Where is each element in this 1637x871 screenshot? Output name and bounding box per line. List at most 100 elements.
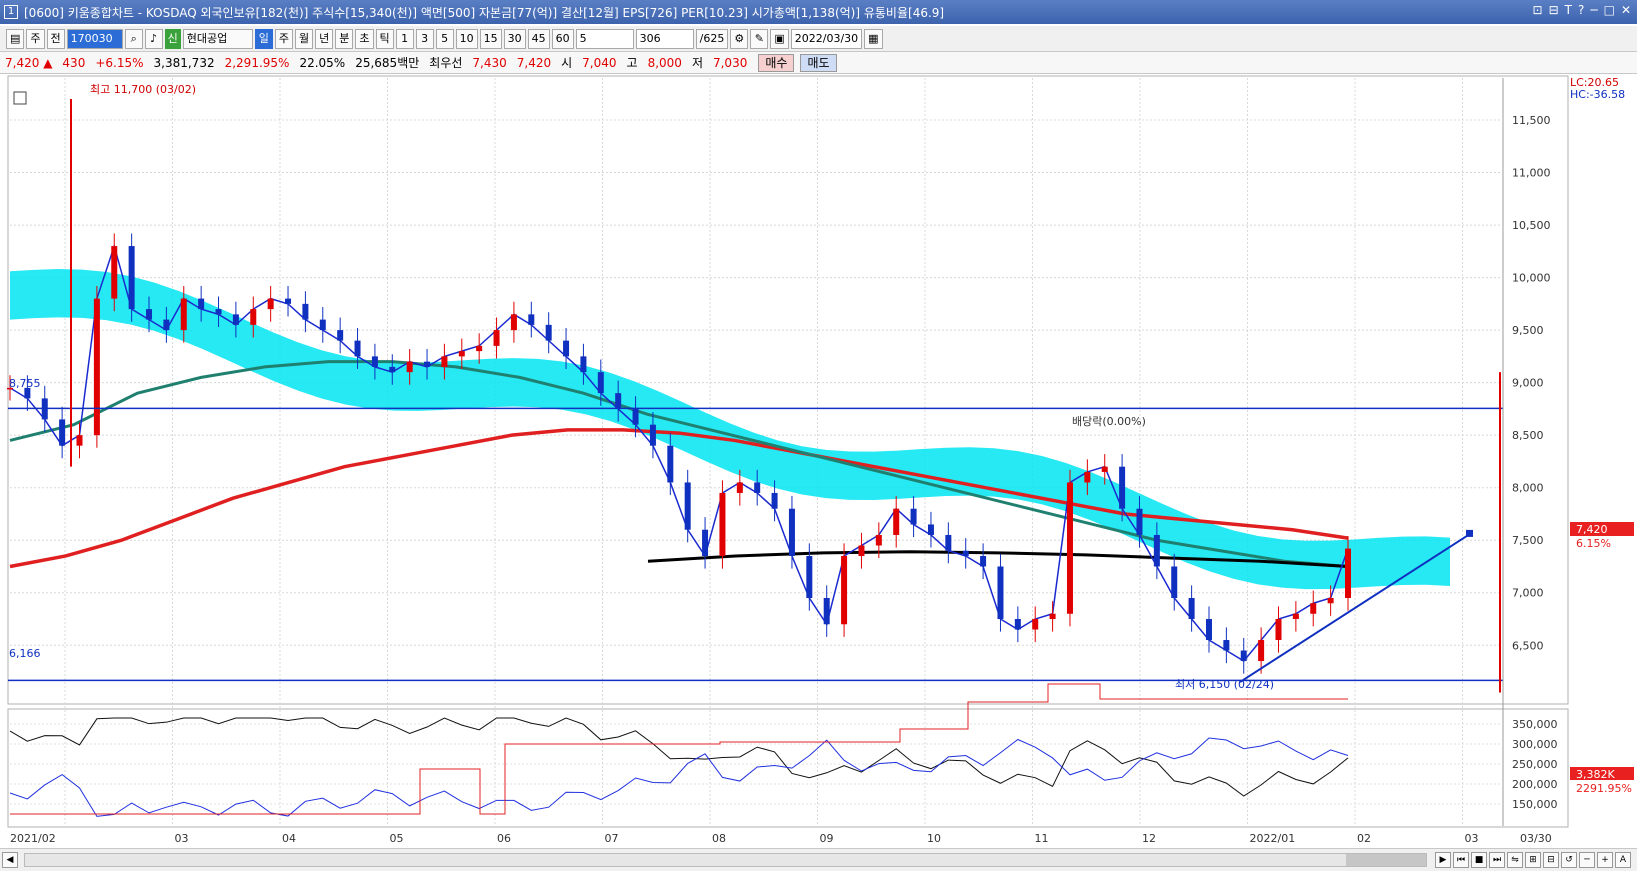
minimize-button[interactable]: ─ [1590, 3, 1597, 17]
save-icon[interactable]: ▣ [770, 28, 789, 49]
last-button[interactable]: ⏭ [1489, 852, 1505, 868]
restore-icon[interactable]: ⊡ [1533, 3, 1543, 17]
best-label: 최우선 [429, 56, 463, 70]
trade-amount: 25,685백만 [355, 56, 420, 70]
scroll-track[interactable] [24, 853, 1427, 867]
tile-icon[interactable]: ⊟ [1549, 3, 1559, 17]
candle-body [1275, 619, 1282, 641]
candle-body [910, 508, 917, 525]
candle-body [458, 351, 465, 357]
candle-body [997, 566, 1004, 620]
volume: 3,381,732 [153, 55, 215, 70]
candle-body [163, 319, 170, 331]
range-input[interactable]: 306 [635, 28, 694, 49]
candle-body [684, 482, 691, 530]
new-badge: 신 [164, 28, 181, 49]
tool-expand-icon[interactable]: ⇋ [1507, 852, 1523, 868]
candle-body [319, 319, 326, 331]
stock-code-input[interactable]: 170030 [66, 28, 123, 49]
stock-name: 현대공업 [182, 28, 253, 49]
maximize-button[interactable]: □ [1604, 3, 1615, 17]
help-icon[interactable]: ? [1578, 3, 1584, 17]
num-45[interactable]: 45 [527, 28, 550, 49]
price-tick-label: 8,500 [1512, 429, 1544, 442]
zoom-in-icon[interactable]: + [1597, 852, 1613, 868]
indicator-last: 3,382K [1576, 768, 1615, 781]
chart-type-icon[interactable]: ▤ [6, 28, 25, 49]
close-button[interactable]: ✕ [1621, 3, 1631, 17]
lower-line-label: 6,166 [9, 647, 41, 660]
interval-week[interactable]: 주 [274, 28, 294, 49]
interval-day[interactable]: 일 [254, 28, 273, 49]
font-icon[interactable]: T [1565, 3, 1572, 17]
candle-body [1136, 508, 1143, 535]
open-label: 시 [561, 56, 573, 70]
num-5[interactable]: 5 [435, 28, 454, 49]
calendar-icon[interactable]: ▦ [864, 28, 883, 49]
date-tick-label: 10 [927, 832, 941, 845]
candle-body [597, 372, 604, 394]
candle-body [875, 534, 882, 546]
drawing-icon[interactable]: ✎ [750, 28, 769, 49]
candle-body [962, 550, 969, 556]
search-icon[interactable]: ⌕ [124, 28, 143, 49]
date-input[interactable]: 2022/03/30 [790, 28, 863, 49]
candle-body [424, 361, 431, 367]
indicator-tick-label: 250,000 [1512, 758, 1558, 771]
tool-refresh-icon[interactable]: ↺ [1561, 852, 1577, 868]
candle-body [93, 298, 100, 436]
date-tick-label: 08 [712, 832, 726, 845]
date-tick-label: 09 [820, 832, 834, 845]
candle-body [806, 555, 813, 598]
interval-second[interactable]: 초 [355, 28, 374, 49]
num-30[interactable]: 30 [503, 28, 526, 49]
zoom-out-icon[interactable]: ─ [1579, 852, 1595, 868]
period-select[interactable]: 주 [26, 28, 45, 49]
first-button[interactable]: ⏮ [1453, 852, 1469, 868]
status-bar: ◀ ▶ ⏮ ■ ⏭ ⇋ ⊞ ⊟ ↺ ─ + A [0, 848, 1637, 871]
interval-tick[interactable]: 틱 [375, 28, 394, 49]
candle-body [1153, 534, 1160, 567]
num-3[interactable]: 3 [415, 28, 434, 49]
low-label: 저 [691, 56, 703, 70]
sell-button[interactable]: 매도 [800, 53, 837, 72]
price-tick-label: 7,500 [1512, 534, 1544, 547]
text-tool-icon[interactable]: A [1615, 852, 1631, 868]
tool-grid-icon[interactable]: ⊞ [1525, 852, 1541, 868]
date-tick-label: 04 [282, 832, 296, 845]
num-15[interactable]: 15 [479, 28, 502, 49]
candle-body [1240, 650, 1247, 662]
price-chart[interactable]: 11,500 11,000 10,500 10,000 9,500 9,000 8,500 8… [0, 74, 1637, 848]
range-total: /625 [695, 28, 729, 49]
candle-body [1119, 466, 1126, 509]
count-input[interactable]: 5 [575, 28, 634, 49]
num-10[interactable]: 10 [455, 28, 478, 49]
num-60[interactable]: 60 [551, 28, 574, 49]
speaker-icon[interactable]: ♪ [144, 28, 163, 49]
price-tick-label: 11,000 [1512, 167, 1551, 180]
candle-body [76, 435, 83, 446]
interval-month[interactable]: 월 [295, 28, 314, 49]
tool-collapse-icon[interactable]: ⊟ [1543, 852, 1559, 868]
candle-body [719, 492, 726, 556]
num-1[interactable]: 1 [395, 28, 414, 49]
stop-button[interactable]: ■ [1471, 852, 1487, 868]
settings-icon[interactable]: ⚙ [730, 28, 749, 49]
trendline-handle [1466, 529, 1473, 537]
scroll-left-button[interactable]: ◀ [2, 852, 18, 868]
scroll-right-button[interactable]: ▶ [1435, 852, 1451, 868]
candle-body [198, 298, 205, 310]
scroll-thumb[interactable] [1346, 854, 1426, 866]
interval-minute[interactable]: 분 [335, 28, 354, 49]
current-price: 7,420 ▲ [5, 55, 53, 70]
candle-body [146, 309, 153, 320]
price-tick-label: 9,500 [1512, 324, 1544, 337]
high-label: 고 [626, 56, 638, 70]
title-bar: 1 [0600] 키움종합차트 - KOSDAQ 외국인보유[182(천)] 주… [0, 0, 1637, 24]
candle-body [1171, 566, 1178, 598]
buy-button[interactable]: 매수 [758, 53, 795, 72]
interval-year[interactable]: 년 [315, 28, 334, 49]
prev-select[interactable]: 전 [46, 28, 65, 49]
candle-body [980, 555, 987, 567]
date-tick-label: 11 [1035, 832, 1049, 845]
